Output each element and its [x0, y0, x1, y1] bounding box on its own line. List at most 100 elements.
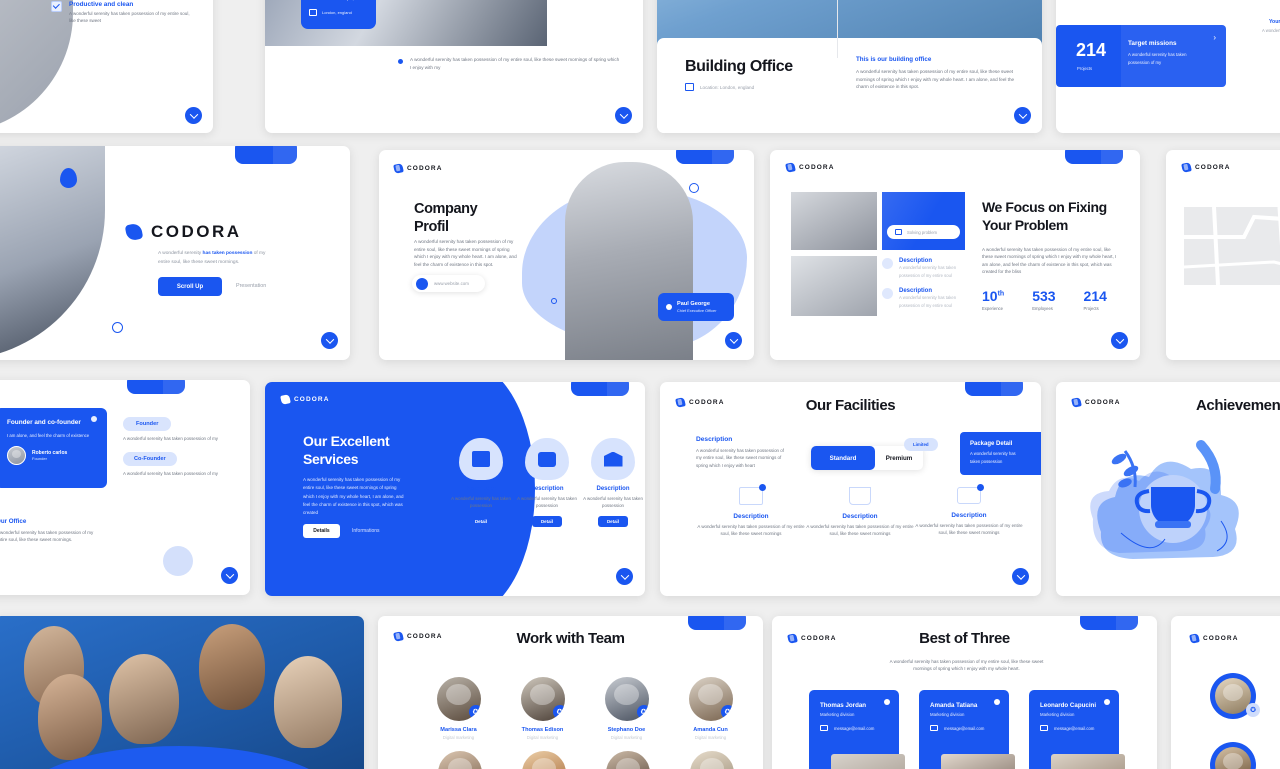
slide-founder[interactable]: possession of my entire soul, like these…	[0, 380, 250, 595]
top-tab	[1080, 616, 1138, 630]
member-name: Thomas Edison	[521, 727, 564, 733]
service-card[interactable]: Description A wonderful serenity has tak…	[580, 438, 645, 528]
member-role: Digital marketing	[694, 735, 727, 740]
facility-card[interactable]: Description A wonderful serenity has tak…	[696, 484, 806, 538]
slide-building-office[interactable]: Building Office Location: London, englan…	[657, 0, 1042, 133]
detail-button[interactable]: Detail	[598, 515, 628, 527]
slide-map-location[interactable]: CODORA First location I am alone, and fe…	[1166, 150, 1280, 360]
twitter-icon[interactable]: ✪	[552, 705, 565, 719]
person-name: Paul George	[677, 301, 710, 307]
informations-link[interactable]: Informations	[352, 528, 380, 534]
stat-card[interactable]: 214 Projects Target missions A wonderful…	[1056, 25, 1226, 87]
person-card[interactable]: Paul George Chief Executive Officer	[658, 293, 734, 321]
slide-company-profil[interactable]: CODORA Company Profil A wonderful sereni…	[379, 150, 754, 360]
person-role: Marketing division	[820, 712, 855, 717]
next-slide-chevron[interactable]	[725, 332, 742, 349]
team-member[interactable]: ✪ Amanda Cun Digital marketing	[668, 677, 753, 740]
detail-button[interactable]: Detail	[466, 515, 496, 527]
slide-our-facilities[interactable]: CODORA Our Facilities Description A wond…	[660, 382, 1041, 596]
facility-card[interactable]: Description A wonderful serenity has tak…	[805, 487, 915, 538]
stat-item: 214 Projects	[1084, 288, 1107, 313]
decor-circle	[112, 322, 123, 333]
next-slide-chevron[interactable]	[1014, 107, 1031, 124]
card-title: Founder and co-founder	[7, 419, 81, 426]
person-photo	[941, 754, 1015, 769]
person-card[interactable]: Thomas Jordan Marketing division message…	[809, 690, 905, 769]
mail-icon	[930, 725, 938, 731]
top-tab	[127, 380, 185, 394]
stat-value: 10	[982, 288, 998, 304]
avatar	[438, 751, 482, 769]
team-member[interactable]: ✪ Marissa Clara Digital marketing	[416, 677, 501, 740]
twitter-icon[interactable]: ✪	[636, 705, 649, 719]
user-icon	[666, 304, 672, 310]
presentation-link[interactable]: Presentation	[236, 283, 266, 289]
slide-excellent-services[interactable]: CODORA Our Excellent Services A wonderfu…	[265, 382, 645, 596]
team-member[interactable]: ✪ Thomas Edison Digital marketing	[500, 677, 585, 740]
person-card[interactable]: Amanda Tatiana Marketing division messag…	[919, 690, 1015, 769]
next-slide-chevron[interactable]	[1111, 332, 1128, 349]
slide-title: Work with Team	[516, 630, 625, 647]
avatar-ring[interactable]: ✪	[1210, 673, 1260, 719]
member-name: Amanda Cun	[693, 727, 728, 733]
stat-number: 214	[1076, 40, 1107, 60]
brand-name: CODORA	[799, 164, 835, 171]
brand-name: CODORA	[1203, 635, 1239, 642]
slide-title: Achievements	[1196, 397, 1280, 414]
scroll-up-button[interactable]: Scroll Up	[158, 277, 222, 296]
slide-focus-fixing[interactable]: CODORA Solving problem Description A won…	[770, 150, 1140, 360]
description-title: Description	[696, 436, 733, 443]
feature-text: A wonderful serenity has taken possessio…	[899, 295, 957, 308]
founder-card[interactable]: Founder and co-founder I am alone, and f…	[0, 408, 107, 488]
slide-great-company[interactable]: “ Great company I am alone, and feel the…	[265, 0, 643, 133]
twitter-icon[interactable]: ✪	[720, 705, 733, 719]
service-card[interactable]: Description A wonderful serenity has tak…	[448, 438, 514, 528]
user-icon	[994, 699, 1000, 705]
brand-logo: CODORA	[280, 394, 330, 405]
tab-standard[interactable]: Standard	[811, 446, 875, 470]
slide-text: A wonderful serenity has taken possessio…	[982, 247, 1117, 275]
avatar	[522, 751, 566, 769]
user-icon	[884, 699, 890, 705]
printer-icon	[739, 484, 766, 505]
slide-place-to-work[interactable]: Description A wonderful serenity has tak…	[0, 0, 213, 133]
next-slide-chevron[interactable]	[615, 107, 632, 124]
avatar: ✪	[520, 677, 565, 721]
quote-card[interactable]: “ Great company I am alone, and feel the…	[301, 0, 376, 29]
service-card[interactable]: Description A wonderful serenity has tak…	[514, 438, 580, 528]
slide-work-with-team[interactable]: CODORA Work with Team ✪ Marissa Clara Di…	[378, 616, 763, 769]
slide-achievements[interactable]: CODORA Achievements Rewards A wonderful …	[1056, 382, 1280, 596]
details-button[interactable]: Details	[303, 524, 340, 538]
next-slide-chevron[interactable]	[185, 107, 202, 124]
node-title: Your partner	[1268, 19, 1280, 25]
slide-team-avatars[interactable]: CODORA ✪	[1171, 616, 1280, 769]
next-slide-chevron[interactable]	[616, 568, 633, 585]
brand-name: CODORA	[151, 222, 242, 241]
twitter-icon[interactable]: ✪	[1246, 703, 1260, 717]
team-member[interactable]: ✪ Stephano Doe Digital marketing	[584, 677, 669, 740]
twitter-icon[interactable]: ✪	[468, 705, 481, 719]
detail-button[interactable]: Detail	[532, 515, 562, 527]
card-text: A wonderful serenity has taken possessio…	[970, 451, 1016, 464]
map-graphic	[1184, 207, 1280, 285]
slide-best-of-three[interactable]: CODORA Best of Three A wonderful serenit…	[772, 616, 1157, 769]
co-founder-chip[interactable]: Co-Founder	[123, 452, 177, 467]
person-card[interactable]: Leonardo Capucini Marketing division mes…	[1029, 690, 1125, 769]
website-pill[interactable]: www.website.com	[412, 275, 485, 292]
slide-image	[791, 256, 877, 316]
slide-target-missions[interactable]: possession of my entire soul, like these…	[1056, 0, 1280, 133]
person-name: Thomas Jordan	[820, 702, 867, 709]
next-slide-chevron[interactable]	[321, 332, 338, 349]
avatar-ring[interactable]	[1210, 742, 1256, 769]
founder-chip[interactable]: Founder	[123, 417, 172, 431]
tab-premium[interactable]: Premium	[875, 455, 923, 462]
user-icon	[91, 416, 97, 422]
next-slide-chevron[interactable]	[1012, 568, 1029, 585]
slide-meet-the-team[interactable]: Meet The Team	[0, 616, 364, 769]
next-slide-chevron[interactable]	[221, 567, 238, 584]
facility-card[interactable]: Description A wonderful serenity has tak…	[914, 484, 1024, 537]
package-card[interactable]: Package Detail A wonderful serenity has …	[960, 432, 1041, 475]
mail-icon	[820, 725, 828, 731]
slide-cover[interactable]: CODORA A wonderful serenity has taken po…	[0, 146, 350, 360]
stat-label: Experience	[982, 306, 1003, 311]
